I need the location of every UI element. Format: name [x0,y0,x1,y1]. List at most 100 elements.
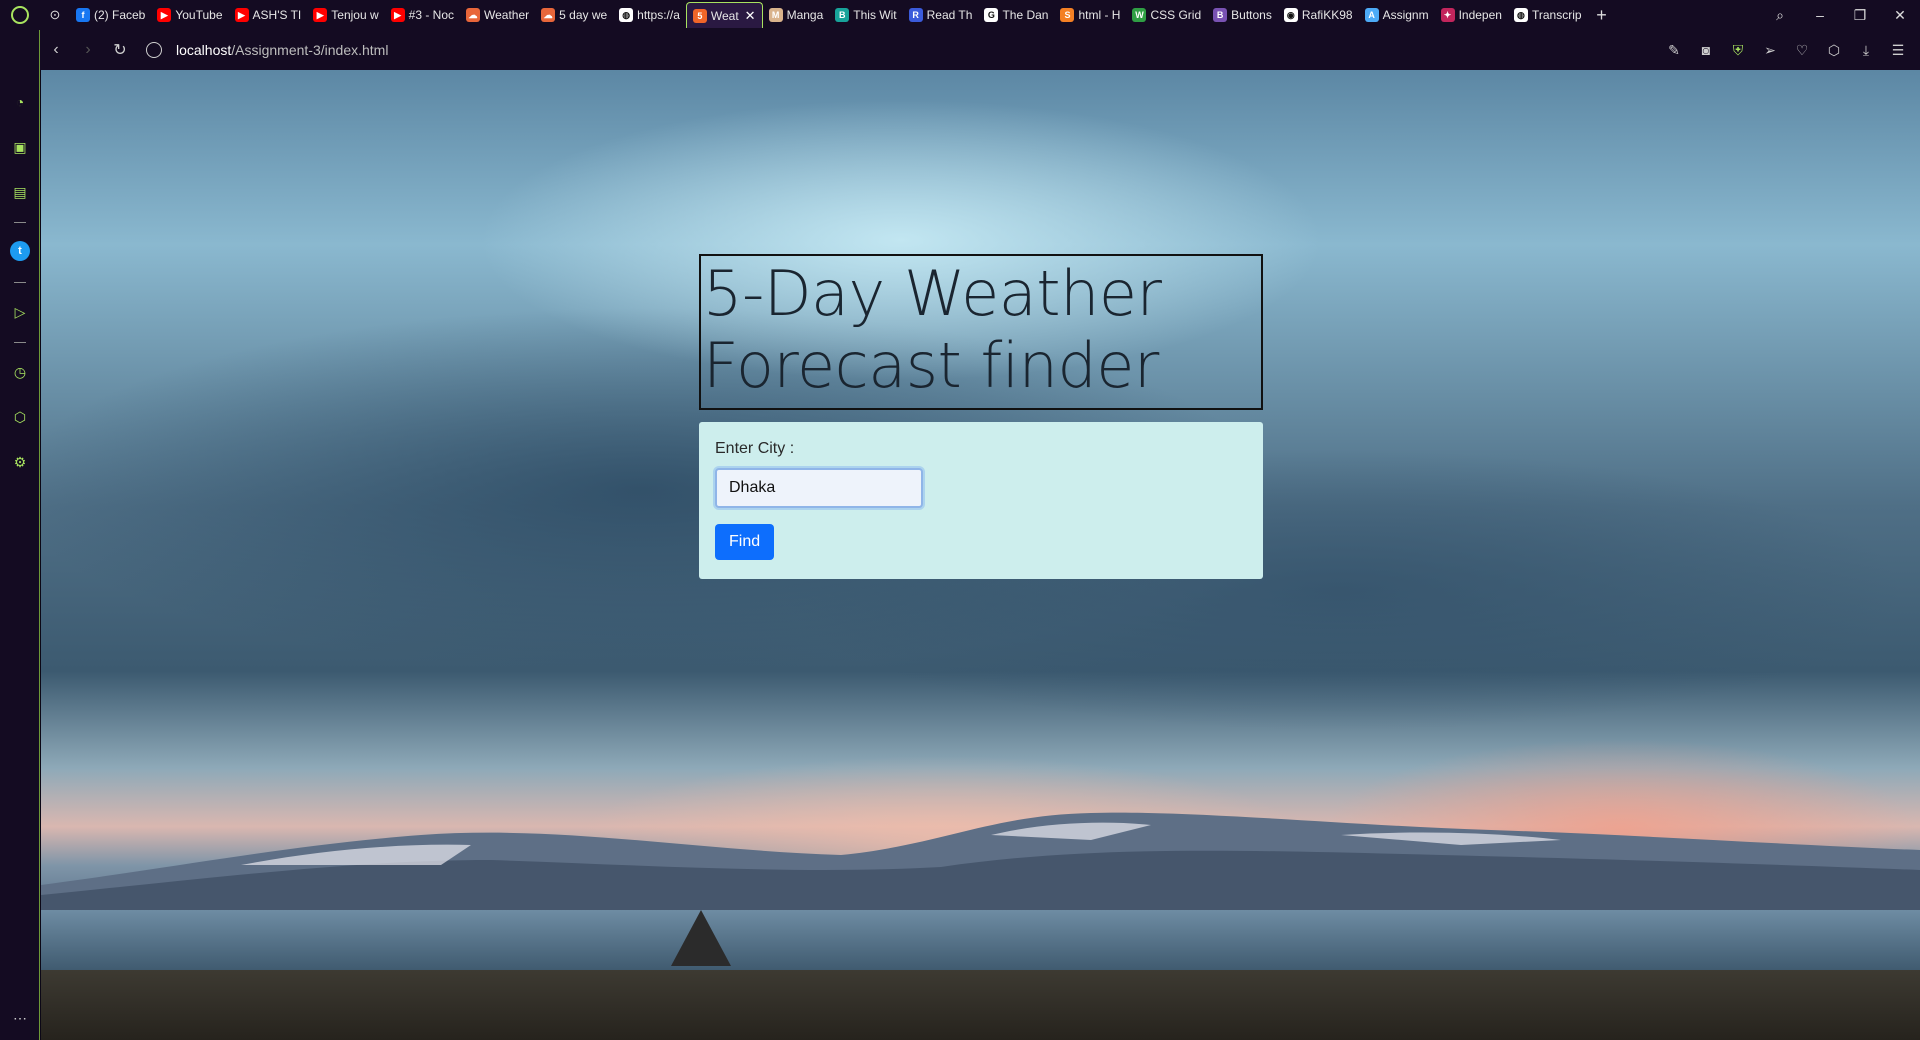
facebook-icon: f [76,8,90,22]
close-window-button[interactable]: ✕ [1880,7,1920,24]
tab-label: This Wit [853,8,897,22]
settings-gear-icon[interactable]: ⚙ [10,452,30,472]
shore [41,970,1920,1040]
sidebar-divider [14,342,26,343]
tab[interactable]: B Buttons [1207,2,1278,28]
html-icon: 5 [692,8,707,23]
tab[interactable]: ▶ ASH'S TI [229,2,308,28]
youtube-icon: ▶ [313,8,328,22]
search-card: Enter City : Find [699,422,1263,579]
tab[interactable]: f (2) Faceb [70,2,151,28]
tab[interactable]: ▶ #3 - Noc [385,2,460,28]
find-button[interactable]: Find [715,524,775,560]
tab-label: Manga [786,8,824,22]
reader-icon: R [908,8,923,22]
tab-label: The Dan [1002,8,1049,22]
history-icon[interactable]: ◷ [10,362,30,382]
github-icon: ◉ [1283,8,1298,22]
globe-icon: ◍ [619,8,634,22]
tent-silhouette [671,910,731,966]
tab-label: Tenjou w [331,8,379,22]
city-input[interactable] [715,468,923,508]
restore-button[interactable]: ❐ [1840,7,1880,24]
tab[interactable]: ☁ 5 day we [535,2,613,28]
tab[interactable]: ◉ RafiKK98 [1278,2,1359,28]
minimize-button[interactable]: – [1800,7,1840,23]
tab[interactable]: R Read Th [903,2,979,28]
toolbar-actions: ✎ ◙ ⛨ ➢ ♡ ⬡ ⤓ ☰ [1658,42,1920,59]
tab[interactable]: W CSS Grid [1126,2,1207,28]
forward-button[interactable]: › [72,30,104,70]
tab[interactable]: ▶ YouTube [151,2,228,28]
tab[interactable]: ✦ Indepen [1435,2,1508,28]
snapshot-camera-icon[interactable]: ◙ [1690,42,1722,58]
browser-sidebar: ◯ ◔ ▣ ▤ t ▷ ◷ ⬡ ⚙ ⋯ [0,0,40,1040]
youtube-icon: ▶ [234,8,249,22]
tab-label: YouTube [175,8,223,22]
page-viewport: 5-Day Weather Forecast finder Enter City… [41,70,1920,1040]
tab[interactable]: ☁ Weather [460,2,535,28]
tab-list: f (2) Faceb ▶ YouTube ▶ ASH'S TI ▶ Tenjou w ▶ #3 … [70,0,1588,30]
tab-label: Assignm [1382,8,1429,22]
w3schools-icon: W [1132,8,1147,22]
tab-label: Buttons [1231,8,1272,22]
tab[interactable]: G The Dan [978,2,1054,28]
heart-icon[interactable]: ♡ [1786,42,1818,59]
tab-label: Indepen [1458,8,1502,22]
tab-label: Weat [710,8,739,23]
tab-label: 5 day we [559,8,608,22]
tab[interactable]: ▶ Tenjou w [307,2,384,28]
tab-bar: ⊙ f (2) Faceb ▶ YouTube ▶ ASH'S TI ▶ Tenjou w ▶ #… [0,0,1920,30]
tab[interactable]: B This Wit [829,2,902,28]
title-box: 5-Day Weather Forecast finder [699,254,1263,410]
tab-active[interactable]: 5 Weat ✕ [685,2,763,28]
tab[interactable]: ◍ https://a [613,2,686,28]
more-options-icon[interactable]: ⋯ [10,1008,30,1028]
page-title: 5-Day Weather Forecast finder [703,257,1162,402]
youtube-icon: ▶ [157,8,172,22]
vpn-shield-icon[interactable]: ⛨ [1722,42,1754,59]
url-host: localhost [176,42,232,58]
tab-label: RafiKK98 [1301,8,1353,22]
mountain-range [41,812,1920,915]
easy-setup-menu-icon[interactable]: ☰ [1882,42,1914,59]
speed-dial-icon[interactable]: ◔ [10,92,30,112]
tab[interactable]: A Assignm [1359,2,1435,28]
sidebar-divider [14,282,26,283]
reload-button[interactable]: ↻ [104,30,136,70]
tab-label: html - H [1078,8,1121,22]
url-field[interactable]: localhost/Assignment-3/index.html [146,42,388,58]
site-info-globe-icon[interactable] [146,42,162,58]
edit-icon[interactable]: ✎ [1658,42,1690,59]
star-icon: ✦ [1440,8,1455,22]
extensions-cube-icon[interactable]: ⬡ [1818,42,1850,59]
opera-logo-icon[interactable] [0,0,40,30]
address-bar: ‹ › ↻ localhost/Assignment-3/index.html … [40,30,1920,70]
tab[interactable]: M Manga [763,2,830,28]
new-tab-button[interactable]: + [1588,5,1616,26]
player-icon[interactable]: ▷ [10,302,30,322]
tab-label: ASH'S TI [252,8,302,22]
download-icon[interactable]: ⤓ [1850,42,1882,59]
tab[interactable]: ◍ Transcrip [1508,2,1588,28]
bootstrap-icon: B [1213,8,1228,22]
close-tab-icon[interactable]: ✕ [745,8,756,24]
tab-label: Weather [484,8,530,22]
send-icon[interactable]: ➢ [1754,42,1786,59]
extensions-icon[interactable]: ⬡ [10,407,30,427]
youtube-icon: ▶ [390,8,405,22]
manga-icon: M [768,8,783,22]
sidebar-divider [14,222,26,223]
weather-icon: ☁ [466,8,480,22]
workspaces-icon[interactable]: ⊙ [40,0,70,30]
tab-label: https://a [637,8,680,22]
shopping-bag-icon[interactable]: ▣ [10,137,30,157]
twitch-icon[interactable]: ▤ [10,182,30,202]
tab[interactable]: Shtml - H [1054,2,1126,28]
search-tabs-icon[interactable]: ⌕ [1760,7,1800,24]
tab-label: (2) Faceb [94,8,146,22]
google-icon: G [984,8,999,22]
back-button[interactable]: ‹ [40,30,72,70]
tab-label: #3 - Noc [408,8,454,22]
twitter-icon[interactable]: t [10,241,30,261]
